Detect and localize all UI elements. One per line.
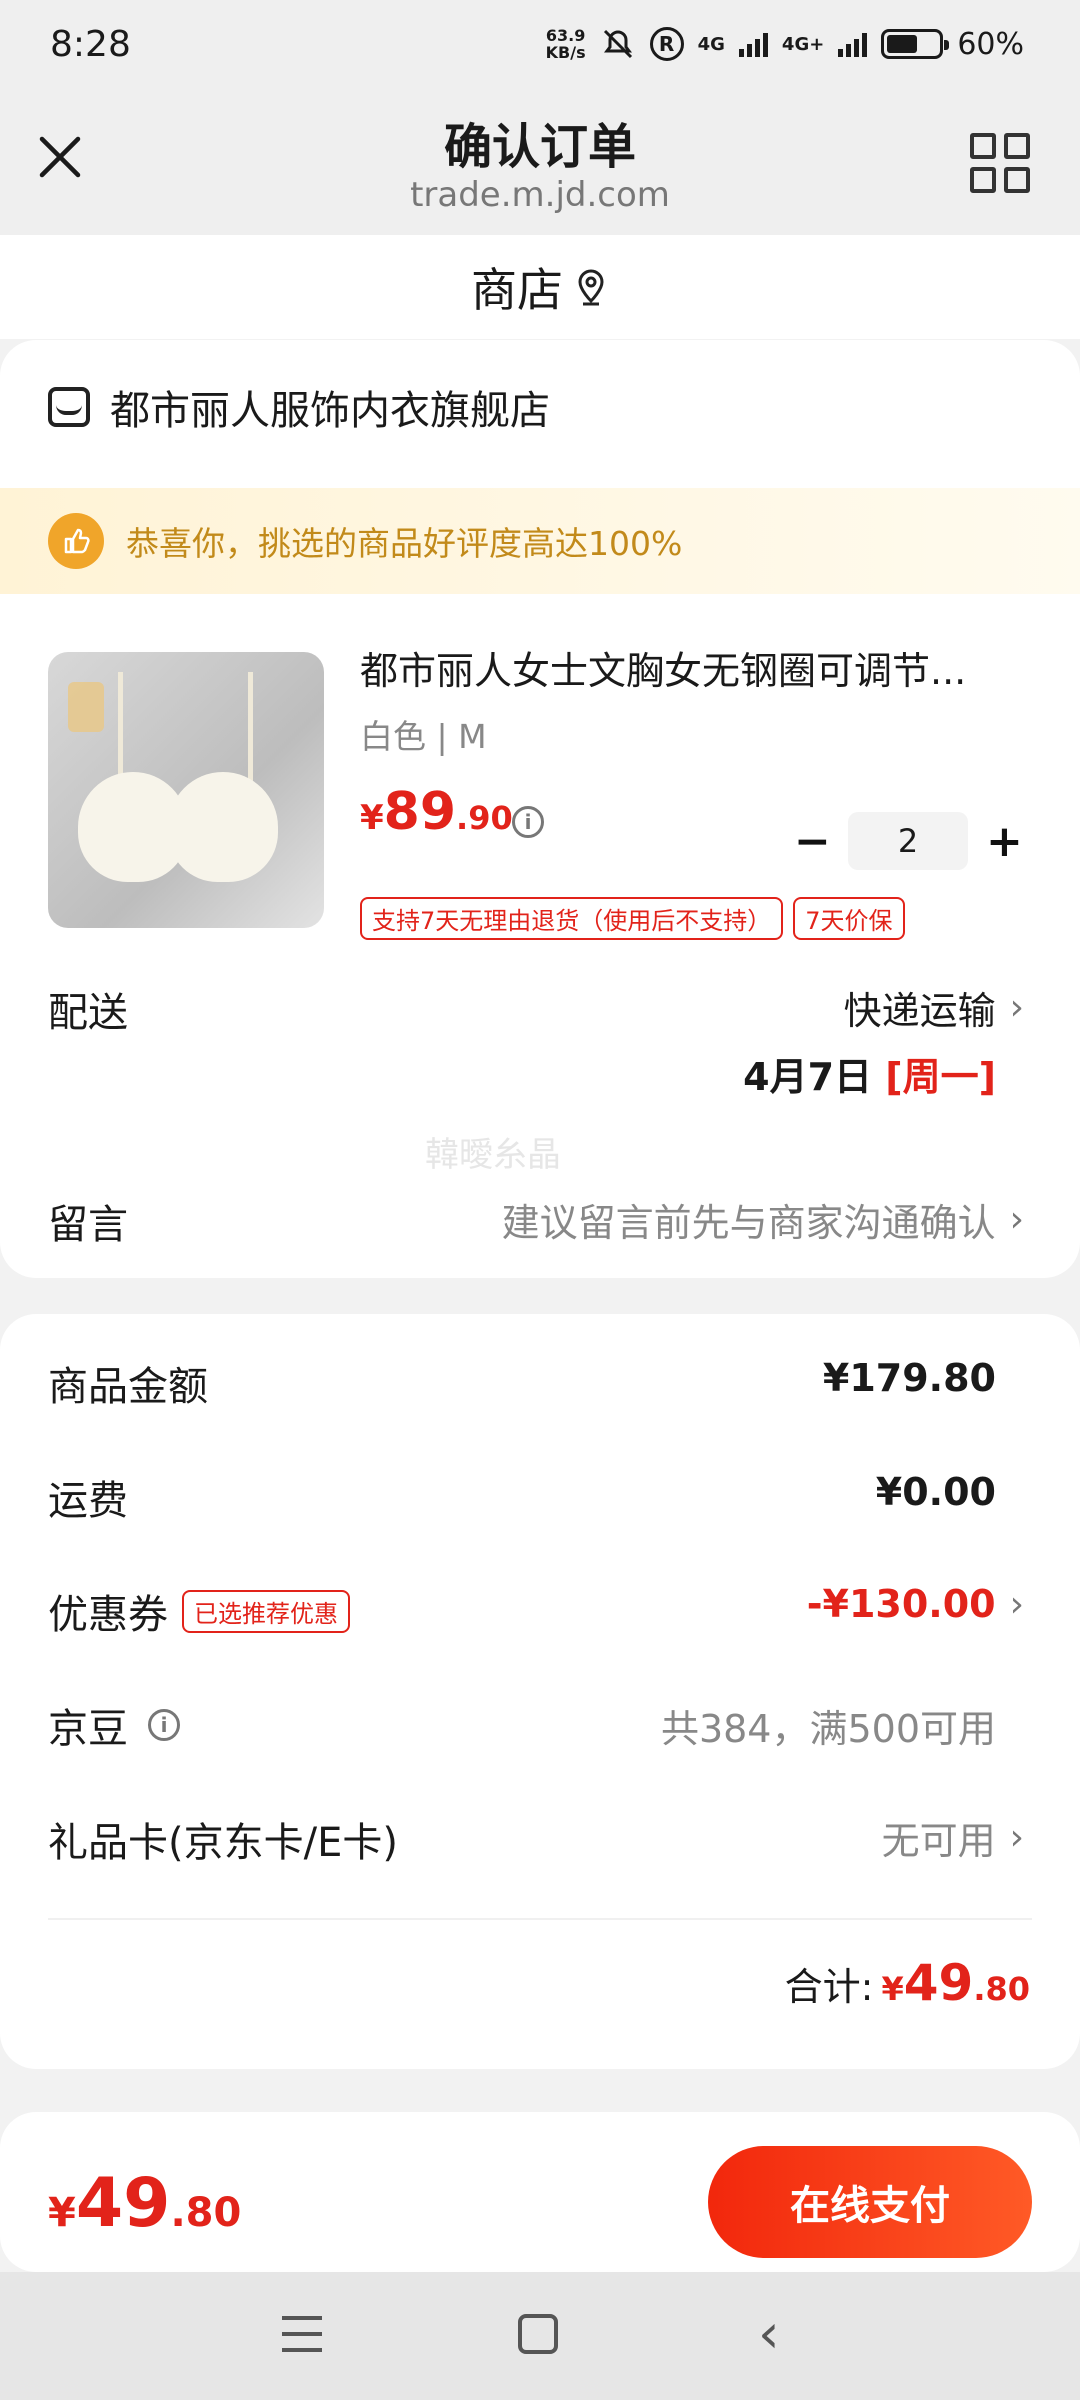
product-title[interactable]: 都市丽人女士文胸女无钢圈可调节...: [360, 640, 1030, 695]
title-bar: 确认订单 trade.m.jd.com: [0, 95, 1080, 235]
jingdou-info-icon[interactable]: i: [148, 1709, 180, 1741]
jingdou-value: 共384，满500可用: [660, 1707, 996, 1751]
chevron-right-icon: ›: [1009, 987, 1024, 1028]
location-pin-icon: [578, 269, 604, 306]
price-summary-card: 商品金额 ¥179.80 运费 ¥0.00 优惠券 已选推荐优惠 -¥130.0…: [0, 1314, 1080, 2069]
battery-percent: 60%: [957, 26, 1024, 62]
grid-cell-icon: [1004, 133, 1030, 159]
status-bar: 8:28 63.9 KB/s R 4G 4G+ 60%: [0, 0, 1080, 95]
store-name: 都市丽人服饰内衣旗舰店: [110, 388, 550, 434]
order-item-card: 都市丽人服饰内衣旗舰店 恭喜你，挑选的商品好评度高达100% 都市丽人女士文胸女…: [0, 340, 1080, 1278]
bra-cup-shape: [168, 772, 278, 882]
network-type-1: 4G: [697, 33, 725, 55]
status-icons: 63.9 KB/s R 4G 4G+ 60%: [546, 26, 1024, 62]
service-tags: 支持7天无理由退货（使用后不支持） 7天价保: [360, 897, 905, 940]
thumbs-up-icon: [48, 513, 104, 569]
menu-icon[interactable]: [282, 2316, 322, 2352]
praise-text: 恭喜你，挑选的商品好评度高达100%: [126, 524, 683, 563]
coupon-row-label: 优惠券 已选推荐优惠: [48, 1582, 350, 1640]
coupon-selected-tag: 已选推荐优惠: [182, 1589, 350, 1633]
shipping-value: ¥0.00: [875, 1470, 996, 1514]
checkout-amount: ¥ 49 .80: [48, 2164, 242, 2243]
shipping-label: 运费: [48, 1478, 128, 1524]
store-icon: [48, 387, 90, 427]
back-icon[interactable]: ‹: [758, 2302, 780, 2365]
system-nav-bar: ‹: [0, 2272, 1080, 2400]
perfume-bottle-shape: [68, 682, 104, 732]
grid-cell-icon: [970, 133, 996, 159]
quantity-stepper: − 2 +: [794, 812, 1023, 870]
chevron-right-icon: ›: [1009, 1199, 1024, 1240]
service-tag: 支持7天无理由退货（使用后不支持）: [360, 897, 784, 940]
product-spec: 白色 | M: [360, 717, 487, 756]
battery-icon: [881, 29, 950, 59]
shop-tab[interactable]: 商店: [0, 235, 1080, 339]
strap-shape: [118, 672, 123, 782]
jingdou-row-label: 京豆 i: [48, 1696, 180, 1754]
status-time: 8:28: [50, 24, 131, 65]
mute-icon: [603, 29, 632, 59]
grid-cell-icon: [970, 167, 996, 193]
delivery-weekday: [周一]: [885, 1055, 996, 1099]
watermark: 韓曖糸晶: [425, 1135, 561, 1175]
summary-divider: [48, 1918, 1032, 1920]
coupon-value[interactable]: -¥130.00 ›: [807, 1582, 1024, 1626]
total-label: 合计:: [784, 1965, 874, 2009]
price-info-icon[interactable]: i: [512, 806, 544, 838]
strap-shape: [248, 672, 253, 782]
decrease-button[interactable]: −: [794, 816, 831, 867]
pay-online-button[interactable]: 在线支付: [708, 2146, 1032, 2258]
shop-tab-label: 商店: [471, 263, 563, 317]
increase-button[interactable]: +: [986, 816, 1023, 867]
chevron-right-icon: ›: [1009, 1583, 1024, 1625]
goods-amount-value: ¥179.80: [822, 1356, 996, 1400]
delivery-label: 配送: [48, 990, 128, 1036]
giftcard-value[interactable]: 无可用 ›: [882, 1810, 1024, 1865]
registered-icon: R: [649, 27, 684, 61]
battery-level: [887, 35, 918, 53]
order-total: 合计: ¥ 49 .80: [784, 1954, 1030, 2012]
praise-banner: 恭喜你，挑选的商品好评度高达100%: [0, 488, 1080, 594]
page-title: 确认订单: [443, 119, 636, 175]
signal-bars-2-icon: [838, 31, 868, 57]
apps-grid-button[interactable]: [970, 133, 1030, 193]
checkout-bar: ¥ 49 .80 在线支付: [0, 2112, 1080, 2272]
product-price: ¥ 89 .90: [360, 782, 513, 842]
delivery-method[interactable]: 快递运输 ›: [844, 980, 1024, 1035]
signal-bars-1-icon: [738, 31, 768, 57]
delivery-date: 4月7日 [周一]: [743, 1055, 996, 1099]
network-speed: 63.9 KB/s: [545, 26, 586, 62]
network-type-2: 4G+: [781, 33, 825, 55]
goods-amount-label: 商品金额: [48, 1364, 208, 1410]
giftcard-label: 礼品卡(京东卡/E卡): [48, 1820, 398, 1866]
service-tag: 7天价保: [793, 897, 905, 940]
message-label: 留言: [48, 1202, 128, 1248]
quantity-input[interactable]: 2: [848, 812, 968, 870]
home-icon[interactable]: [518, 2314, 558, 2354]
page-url: trade.m.jd.com: [410, 175, 670, 215]
message-field[interactable]: 建议留言前先与商家沟通确认 ›: [502, 1192, 1024, 1247]
product-image[interactable]: [48, 652, 324, 928]
store-header[interactable]: 都市丽人服饰内衣旗舰店: [48, 378, 550, 436]
chevron-right-icon: ›: [1009, 1817, 1024, 1858]
grid-cell-icon: [1004, 167, 1030, 193]
